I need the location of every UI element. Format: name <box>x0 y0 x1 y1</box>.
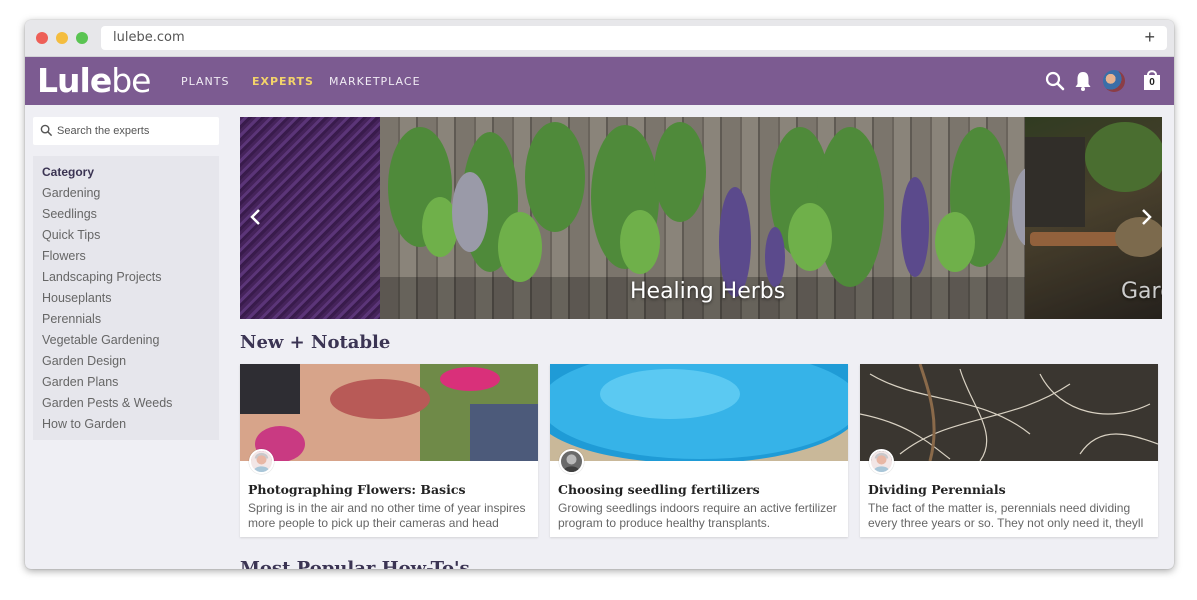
logo-light-text: be <box>111 61 151 100</box>
carousel-caption-next: Gard <box>1121 279 1162 304</box>
category-garden-design[interactable]: Garden Design <box>42 354 126 368</box>
chevron-right-icon[interactable] <box>1136 205 1156 229</box>
card-image <box>550 364 848 461</box>
category-heading: Category <box>42 165 95 179</box>
card-title[interactable]: Choosing seedling fertilizers <box>558 482 760 497</box>
category-perennials[interactable]: Perennials <box>42 312 101 326</box>
experts-search-input[interactable] <box>57 122 212 140</box>
fertilizer-photo <box>550 364 848 461</box>
card-image <box>240 364 538 461</box>
category-flowers[interactable]: Flowers <box>42 249 86 263</box>
roots-photo <box>860 364 1158 461</box>
category-houseplants[interactable]: Houseplants <box>42 291 112 305</box>
card-excerpt: Growing seedlings indoors require an act… <box>558 501 837 530</box>
card-image <box>860 364 1158 461</box>
maximize-window-button[interactable] <box>76 32 88 44</box>
cart-count: 0 <box>1149 77 1155 88</box>
card-excerpt: Spring is in the air and no other time o… <box>248 501 526 530</box>
category-quick-tips[interactable]: Quick Tips <box>42 228 100 242</box>
carousel-slide-current[interactable]: Healing Herbs <box>380 117 1025 319</box>
nav-link-marketplace[interactable]: MARKETPLACE <box>329 75 421 88</box>
category-landscaping-projects[interactable]: Landscaping Projects <box>42 270 162 284</box>
shopping-bag-button[interactable]: 0 <box>1142 69 1162 91</box>
article-card-dividing-perennials[interactable]: Dividing Perennials The fact of the matt… <box>860 364 1158 537</box>
category-panel: Category Gardening Seedlings Quick Tips … <box>33 156 219 440</box>
category-how-to-garden[interactable]: How to Garden <box>42 417 126 431</box>
close-window-button[interactable] <box>36 32 48 44</box>
browser-window: lulebe.com + Lulebe PLANTS EXPERTS MARKE… <box>25 20 1174 569</box>
search-icon[interactable] <box>1043 69 1067 93</box>
url-text[interactable]: lulebe.com <box>113 30 185 45</box>
site-logo[interactable]: Lulebe <box>37 61 151 100</box>
bell-icon[interactable] <box>1071 69 1095 93</box>
card-title[interactable]: Photographing Flowers: Basics <box>248 482 465 497</box>
browser-chrome: lulebe.com + <box>25 20 1174 57</box>
search-icon <box>40 124 53 137</box>
category-garden-plans[interactable]: Garden Plans <box>42 375 118 389</box>
carousel-caption: Healing Herbs <box>630 279 786 304</box>
article-card-seedling-fertilizers[interactable]: Choosing seedling fertilizers Growing se… <box>550 364 848 537</box>
category-gardening[interactable]: Gardening <box>42 186 100 200</box>
hero-carousel: Healing Herbs Gard <box>240 117 1162 319</box>
article-card-photographing-flowers[interactable]: Photographing Flowers: Basics Spring is … <box>240 364 538 537</box>
card-excerpt: The fact of the matter is, perennials ne… <box>868 501 1144 533</box>
category-garden-pests-weeds[interactable]: Garden Pests & Weeds <box>42 396 172 410</box>
flower-photo <box>240 364 538 461</box>
section-title-most-popular: Most Popular How-To's <box>240 558 470 569</box>
chevron-left-icon[interactable] <box>246 205 266 229</box>
author-avatar[interactable] <box>559 449 584 474</box>
user-avatar[interactable] <box>1103 70 1125 92</box>
nav-link-experts[interactable]: EXPERTS <box>252 75 314 88</box>
author-avatar[interactable] <box>249 449 274 474</box>
new-tab-button[interactable]: + <box>1144 27 1155 48</box>
logo-bold-text: Lule <box>37 61 112 100</box>
minimize-window-button[interactable] <box>56 32 68 44</box>
site-navbar: Lulebe PLANTS EXPERTS MARKETPLACE 0 <box>25 57 1174 105</box>
section-title-new-notable: New + Notable <box>240 332 391 353</box>
category-vegetable-gardening[interactable]: Vegetable Gardening <box>42 333 159 347</box>
address-bar[interactable]: lulebe.com + <box>101 26 1167 50</box>
category-seedlings[interactable]: Seedlings <box>42 207 97 221</box>
nav-link-plants[interactable]: PLANTS <box>181 75 229 88</box>
author-avatar[interactable] <box>869 449 894 474</box>
card-title[interactable]: Dividing Perennials <box>868 482 1006 497</box>
experts-search <box>33 117 219 145</box>
